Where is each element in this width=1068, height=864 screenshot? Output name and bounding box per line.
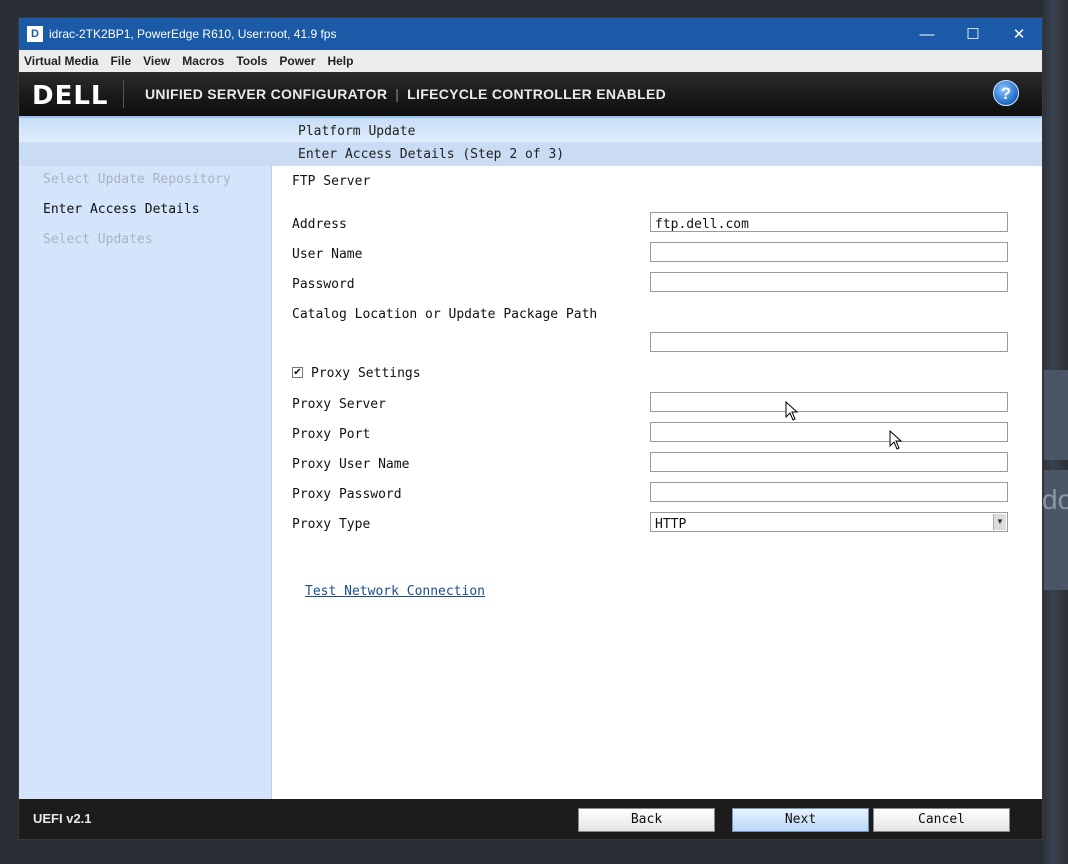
proxy-user-name-label: Proxy User Name [292,457,410,472]
menu-help[interactable]: Help [321,54,359,68]
menu-macros[interactable]: Macros [176,54,230,68]
proxy-port-label: Proxy Port [292,427,371,442]
app-header: DELL UNIFIED SERVER CONFIGURATOR | LIFECYC… [19,72,1042,116]
next-button[interactable]: Next [732,808,869,832]
menu-view[interactable]: View [137,54,176,68]
step-enter-access-details: Enter Access Details [43,202,200,217]
proxy-password-input[interactable] [650,482,1008,502]
menu-file[interactable]: File [104,54,137,68]
uefi-version: UEFI v2.1 [33,811,92,826]
password-input[interactable] [650,272,1008,292]
catalog-location-label: Catalog Location or Update Package Path [292,307,598,322]
console-window: D idrac-2TK2BP1, PowerEdge R610, User:ro… [18,17,1043,840]
proxy-server-input[interactable] [650,392,1008,412]
proxy-port-input[interactable] [650,422,1008,442]
dell-logo: DELL [32,81,109,111]
window-title: idrac-2TK2BP1, PowerEdge R610, User:root… [49,27,337,41]
menu-tools[interactable]: Tools [230,54,273,68]
header-title: UNIFIED SERVER CONFIGURATOR | LIFECYCLE CO… [145,86,667,102]
header-title-right: LIFECYCLE CONTROLLER ENABLED [407,86,667,102]
user-name-label: User Name [292,247,363,262]
access-details-form: FTP Server Address ftp.dell.com User Nam… [272,166,1042,799]
address-value: ftp.dell.com [655,217,749,232]
title-bar[interactable]: D idrac-2TK2BP1, PowerEdge R610, User:ro… [19,18,1042,50]
address-label: Address [292,217,347,232]
page-title: Platform Update [298,124,416,139]
menu-virtual-media[interactable]: Virtual Media [19,54,104,68]
close-icon[interactable]: ✕ [996,18,1042,50]
proxy-settings-checkbox[interactable]: ✔ [292,367,303,378]
proxy-type-label: Proxy Type [292,517,371,532]
page-title-bar: Platform Update [19,116,1042,142]
desktop-text: do [1042,484,1068,515]
menu-bar: Virtual Media File View Macros Tools Pow… [19,50,1042,72]
proxy-settings-label: Proxy Settings [311,366,421,381]
proxy-user-name-input[interactable] [650,452,1008,472]
proxy-server-label: Proxy Server [292,397,386,412]
maximize-icon[interactable]: ☐ [950,18,996,50]
step-select-update-repository: Select Update Repository [43,172,231,187]
chevron-down-icon[interactable]: ▼ [993,514,1006,530]
proxy-password-label: Proxy Password [292,487,402,502]
help-icon[interactable]: ? [993,80,1019,106]
back-button[interactable]: Back [578,808,715,832]
header-divider [123,80,124,108]
step-select-updates: Select Updates [43,232,153,247]
address-input[interactable]: ftp.dell.com [650,212,1008,232]
app-icon: D [27,26,43,42]
proxy-type-value: HTTP [655,517,687,532]
header-title-left: UNIFIED SERVER CONFIGURATOR [145,86,388,102]
desktop-background: do [1042,0,1068,864]
desktop-tile [1044,370,1068,460]
footer-bar: UEFI v2.1 Back Next Cancel [19,799,1042,839]
password-label: Password [292,277,355,292]
proxy-type-select[interactable]: HTTP ▼ [650,512,1008,532]
catalog-location-input[interactable] [650,332,1008,352]
step-title: Enter Access Details (Step 2 of 3) [298,147,565,162]
step-title-bar: Enter Access Details (Step 2 of 3) [19,142,1042,166]
wizard-steps-sidebar: Select Update Repository Enter Access De… [19,166,272,799]
user-name-input[interactable] [650,242,1008,262]
test-network-connection-link[interactable]: Test Network Connection [305,584,485,599]
minimize-icon[interactable]: — [904,18,950,50]
cancel-button[interactable]: Cancel [873,808,1010,832]
section-heading: FTP Server [292,174,371,189]
menu-power[interactable]: Power [273,54,321,68]
content-area: Platform Update Enter Access Details (St… [19,116,1042,799]
